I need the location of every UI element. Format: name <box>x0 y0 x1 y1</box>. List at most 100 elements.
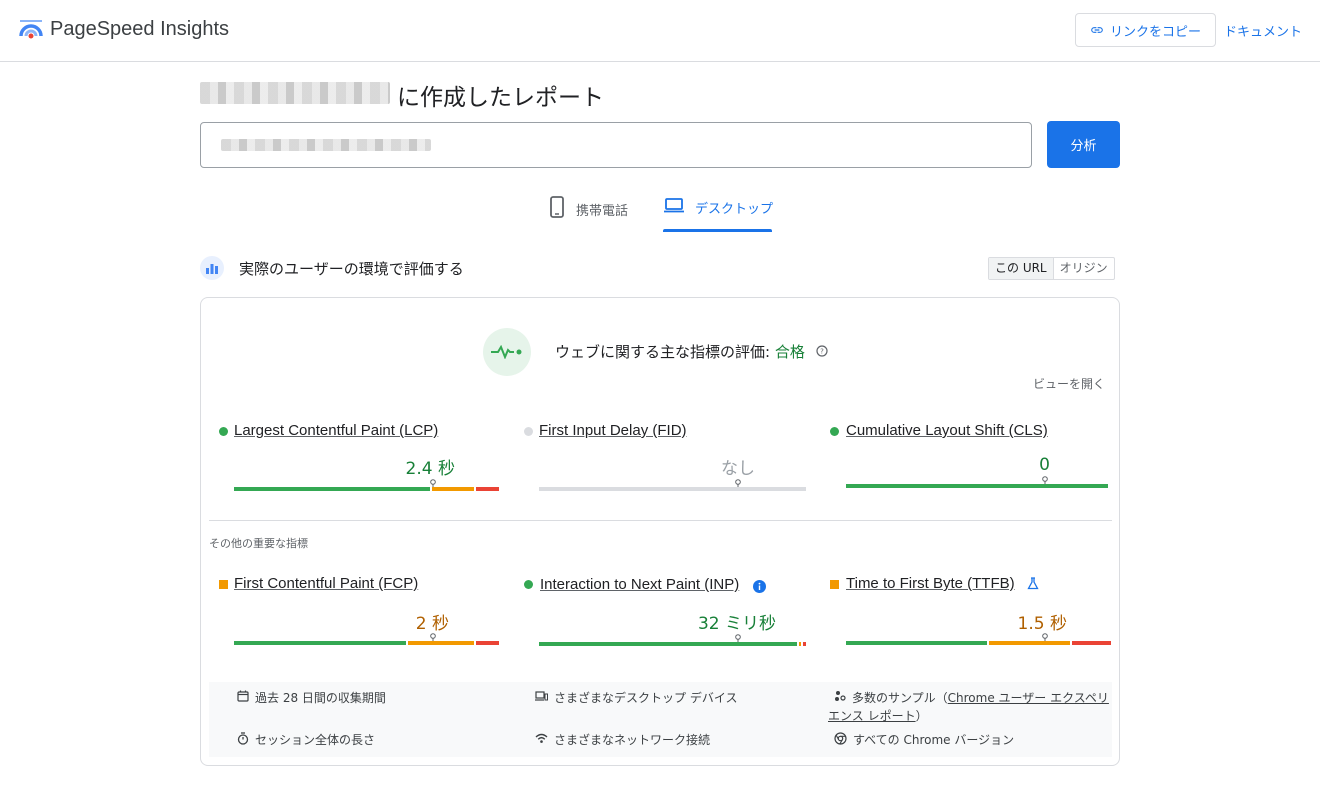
wifi-icon <box>535 733 548 743</box>
ttfb-distribution-bar <box>846 641 1111 645</box>
cls-label[interactable]: Cumulative Layout Shift (CLS) <box>846 422 1048 439</box>
field-data-title: 実際のユーザーの環境で評価する <box>239 260 464 278</box>
metrics-divider <box>209 520 1112 521</box>
stopwatch-icon <box>237 732 249 745</box>
fid-percentile-marker <box>735 479 741 487</box>
fcp-value: 2 秒 <box>415 614 449 634</box>
redacted-date <box>200 82 390 104</box>
other-metrics-label: その他の重要な指標 <box>209 537 308 550</box>
url-input[interactable] <box>200 122 1032 168</box>
ttfb-value: 1.5 秒 <box>1017 614 1067 634</box>
users-chart-icon <box>200 256 224 280</box>
copy-link-button[interactable]: リンクをコピー <box>1075 13 1216 47</box>
chrome-icon <box>834 732 847 745</box>
tab-desktop[interactable]: デスクトップ <box>663 196 773 232</box>
info-period-text: 過去 28 日間の収集期間 <box>255 691 386 705</box>
ttfb-status-square <box>830 580 839 589</box>
experimental-flask-icon[interactable] <box>1027 577 1039 590</box>
calendar-icon <box>237 690 249 702</box>
fid-bar-good <box>539 487 806 491</box>
ttfb-label[interactable]: Time to First Byte (TTFB) <box>846 575 1015 592</box>
fcp-bar-good <box>234 641 407 645</box>
inp-status-dot <box>524 580 533 589</box>
lcp-bar-poor <box>475 487 499 491</box>
info-chrome: すべての Chrome バージョン <box>834 731 1014 748</box>
pagespeed-logo-icon[interactable] <box>18 16 44 42</box>
ttfb-bar-needs-improvement <box>988 641 1070 645</box>
tab-selected-indicator <box>663 229 772 232</box>
ttfb-bar-good <box>846 641 987 645</box>
inp-bar-needs-improvement <box>798 642 802 646</box>
inp-value: 32 ミリ秒 <box>697 614 776 634</box>
lcp-label[interactable]: Largest Contentful Paint (LCP) <box>234 422 438 439</box>
report-title: に作成したレポート <box>397 85 604 111</box>
fid-label[interactable]: First Input Delay (FID) <box>539 422 687 439</box>
fcp-bar-poor <box>475 641 499 645</box>
info-session-text: セッション全体の長さ <box>255 733 376 747</box>
inp-label[interactable]: Interaction to Next Paint (INP) <box>540 576 739 593</box>
samples-suffix: ） <box>915 709 928 723</box>
toggle-origin[interactable]: オリジン <box>1054 258 1114 279</box>
fcp-status-square <box>219 580 228 589</box>
info-session: セッション全体の長さ <box>237 731 375 748</box>
fcp-bar-needs-improvement <box>408 641 474 645</box>
info-samples-text: 多数のサンプル（Chrome ユーザー エクスペリ <box>852 689 1109 706</box>
cls-distribution-bar <box>846 484 1108 488</box>
toggle-this-url[interactable]: この URL <box>989 258 1054 279</box>
fid-status-dot <box>524 427 533 436</box>
devices-icon <box>535 691 548 701</box>
top-bar: PageSpeed Insights リンクをコピー ドキュメント <box>0 0 1320 62</box>
info-devices: さまざまなデスクトップ デバイス <box>535 689 737 706</box>
cls-percentile-marker <box>1042 476 1048 484</box>
info-samples-text-2: エンス レポート） <box>828 707 928 724</box>
info-period: 過去 28 日間の収集期間 <box>237 689 386 706</box>
lcp-value: 2.4 秒 <box>405 459 455 479</box>
samples-prefix: 多数のサンプル（ <box>852 691 948 705</box>
cls-status-dot <box>830 427 839 436</box>
info-network: さまざまなネットワーク接続 <box>535 731 710 748</box>
info-samples-continued: エンス レポート） <box>828 707 928 724</box>
inp-distribution-bar <box>539 642 806 646</box>
tab-mobile[interactable]: 携帯電話 <box>548 196 628 232</box>
info-samples: 多数のサンプル（Chrome ユーザー エクスペリ <box>834 689 1109 706</box>
samples-icon <box>835 691 846 701</box>
vitals-pulse-icon <box>483 328 531 376</box>
lcp-bar-needs-improvement <box>431 487 474 491</box>
fid-value: なし <box>721 459 755 479</box>
inp-bar-good <box>539 642 797 646</box>
info-chrome-text: すべての Chrome バージョン <box>853 733 1015 747</box>
ttfb-percentile-marker <box>1042 633 1048 641</box>
help-icon[interactable]: ? <box>816 345 828 357</box>
tab-mobile-label: 携帯電話 <box>576 204 629 219</box>
inp-percentile-marker <box>735 634 741 642</box>
lcp-bar-good <box>234 487 430 491</box>
assessment-text: ウェブに関する主な指標の評価: 合格 <box>555 341 805 362</box>
redacted-url <box>221 139 431 151</box>
info-network-text: さまざまなネットワーク接続 <box>554 733 711 747</box>
lcp-percentile-marker <box>430 479 436 487</box>
fcp-distribution-bar <box>234 641 499 645</box>
laptop-icon <box>664 198 684 213</box>
svg-text:?: ? <box>820 348 824 356</box>
assessment-prefix: ウェブに関する主な指標の評価: <box>555 343 775 361</box>
url-origin-toggle: この URL オリジン <box>988 257 1115 280</box>
ttfb-bar-poor <box>1071 641 1111 645</box>
expand-view-link[interactable]: ビューを開く <box>1033 375 1105 392</box>
cls-value: 0 <box>1039 455 1050 475</box>
lcp-distribution-bar <box>234 487 499 491</box>
fcp-label[interactable]: First Contentful Paint (FCP) <box>234 575 418 592</box>
docs-link[interactable]: ドキュメント <box>1224 21 1302 40</box>
copy-link-label: リンクをコピー <box>1109 24 1201 40</box>
info-icon[interactable] <box>753 580 766 593</box>
link-icon <box>1091 27 1103 33</box>
assessment-result: 合格 <box>774 343 805 361</box>
cls-bar-good <box>846 484 1108 488</box>
crux-report-link-part1[interactable]: Chrome ユーザー エクスペリ <box>948 691 1109 705</box>
brand-name[interactable]: PageSpeed Insights <box>50 18 229 41</box>
fid-distribution-bar <box>539 487 806 491</box>
info-devices-text: さまざまなデスクトップ デバイス <box>554 691 738 705</box>
analyze-button[interactable]: 分析 <box>1047 121 1120 168</box>
inp-bar-poor <box>803 642 806 646</box>
smartphone-icon <box>550 196 564 218</box>
crux-report-link-part2[interactable]: エンス レポート <box>828 709 916 723</box>
